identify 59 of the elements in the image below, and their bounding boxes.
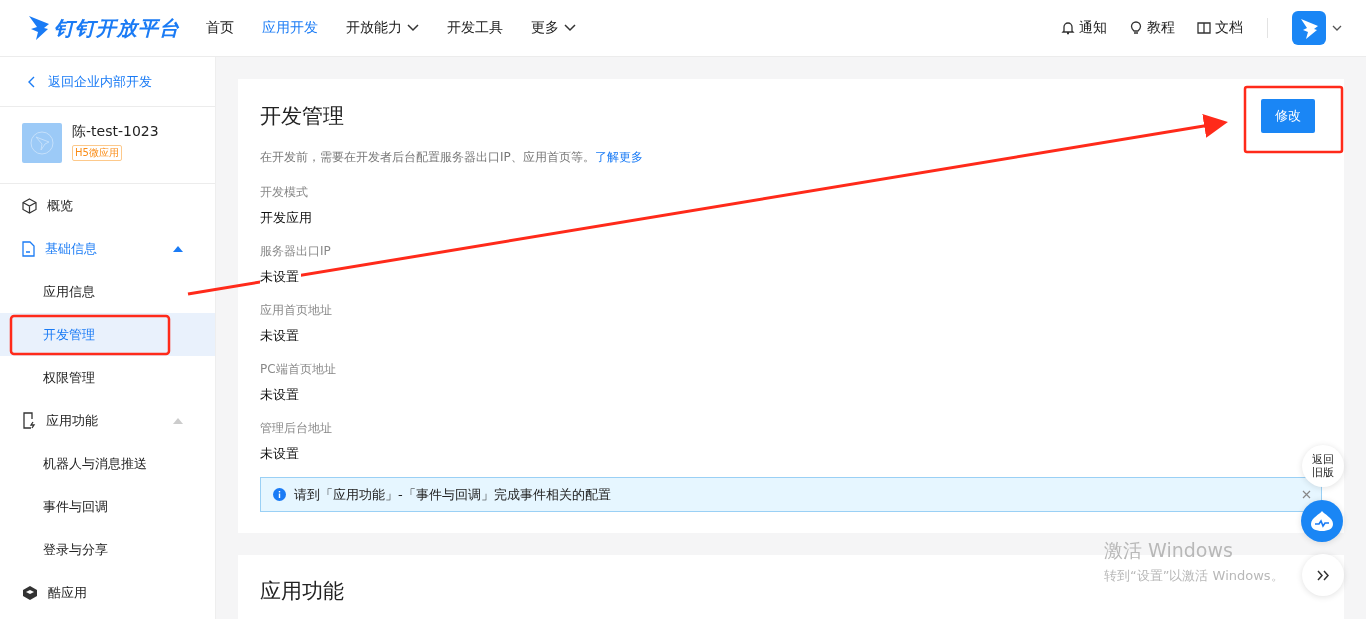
submenu-item[interactable]: 事件与回调: [0, 485, 215, 528]
edit-button[interactable]: 修改: [1261, 99, 1315, 133]
double-chevron-icon: [1316, 569, 1330, 581]
submenu-item[interactable]: 机器人与消息推送: [0, 442, 215, 485]
menu-label: 应用功能: [46, 411, 98, 430]
bulb-icon: [1129, 21, 1143, 35]
cube-icon: [22, 197, 37, 214]
field-value: 未设置: [260, 445, 301, 463]
bell-icon: [1061, 21, 1075, 35]
field-label: 服务器出口IP: [260, 243, 331, 260]
field-value: 未设置: [260, 386, 301, 404]
menu-label: 概览: [47, 196, 73, 215]
cool-app-icon: [22, 584, 38, 601]
header-link[interactable]: 文档: [1197, 19, 1243, 37]
nav-link[interactable]: 首页: [206, 19, 234, 37]
chevron-icon[interactable]: [1332, 24, 1342, 32]
activation-title: 激活 Windows: [1104, 538, 1234, 563]
app-type-tag: H5微应用: [72, 145, 122, 161]
menu-label: 基础信息: [45, 239, 97, 258]
section-title: 应用功能: [260, 578, 344, 605]
activation-hint: 转到“设置”以激活 Windows。: [1104, 567, 1284, 585]
menu-item[interactable]: 基础信息: [0, 227, 215, 270]
submenu-item[interactable]: 应用信息: [0, 270, 215, 313]
app-name: 陈-test-1023: [72, 123, 159, 141]
info-icon: [273, 488, 286, 501]
menu-item[interactable]: 概览: [0, 184, 215, 227]
book-icon: [1197, 21, 1211, 35]
logo-icon: [28, 15, 50, 41]
field-label: 管理后台地址: [260, 420, 332, 437]
nav-link[interactable]: 开放能力: [346, 19, 419, 37]
submenu-item[interactable]: 登录与分享: [0, 528, 215, 571]
phone-icon: [22, 412, 36, 429]
menu-item[interactable]: 应用功能: [0, 399, 215, 442]
nav-link[interactable]: 更多: [531, 19, 576, 37]
alert-text: 请到「应用功能」-「事件与回调」完成事件相关的配置: [294, 485, 611, 504]
header-link[interactable]: 教程: [1129, 19, 1175, 37]
field-value: 未设置: [260, 327, 301, 345]
description-text: 在开发前，需要在开发者后台配置服务器出口IP、应用首页等。: [260, 150, 595, 164]
app-icon: [22, 123, 62, 163]
field-value: 未设置: [260, 268, 301, 286]
submenu-item[interactable]: 权限管理: [0, 356, 215, 399]
header-link[interactable]: 通知: [1061, 19, 1107, 37]
field-label: PC端首页地址: [260, 361, 336, 378]
document-icon: [22, 240, 35, 257]
back-link[interactable]: 返回企业内部开发: [0, 57, 215, 107]
menu-item[interactable]: 酷应用: [0, 571, 215, 614]
section-title: 开发管理: [260, 103, 344, 130]
close-icon[interactable]: [1302, 490, 1311, 499]
logo-text: 钉钉开放平台: [54, 14, 180, 42]
field-label: 开发模式: [260, 184, 308, 201]
assistant-icon: [1310, 510, 1334, 532]
field-value: 开发应用: [260, 209, 314, 227]
field-label: 应用首页地址: [260, 302, 332, 319]
avatar-icon[interactable]: [1292, 11, 1326, 45]
menu-label: 酷应用: [48, 583, 87, 602]
learn-more-link[interactable]: 了解更多: [594, 150, 643, 164]
nav-link[interactable]: 应用开发: [262, 19, 318, 37]
nav-link[interactable]: 开发工具: [447, 19, 503, 37]
submenu-item[interactable]: 开发管理: [0, 313, 215, 356]
